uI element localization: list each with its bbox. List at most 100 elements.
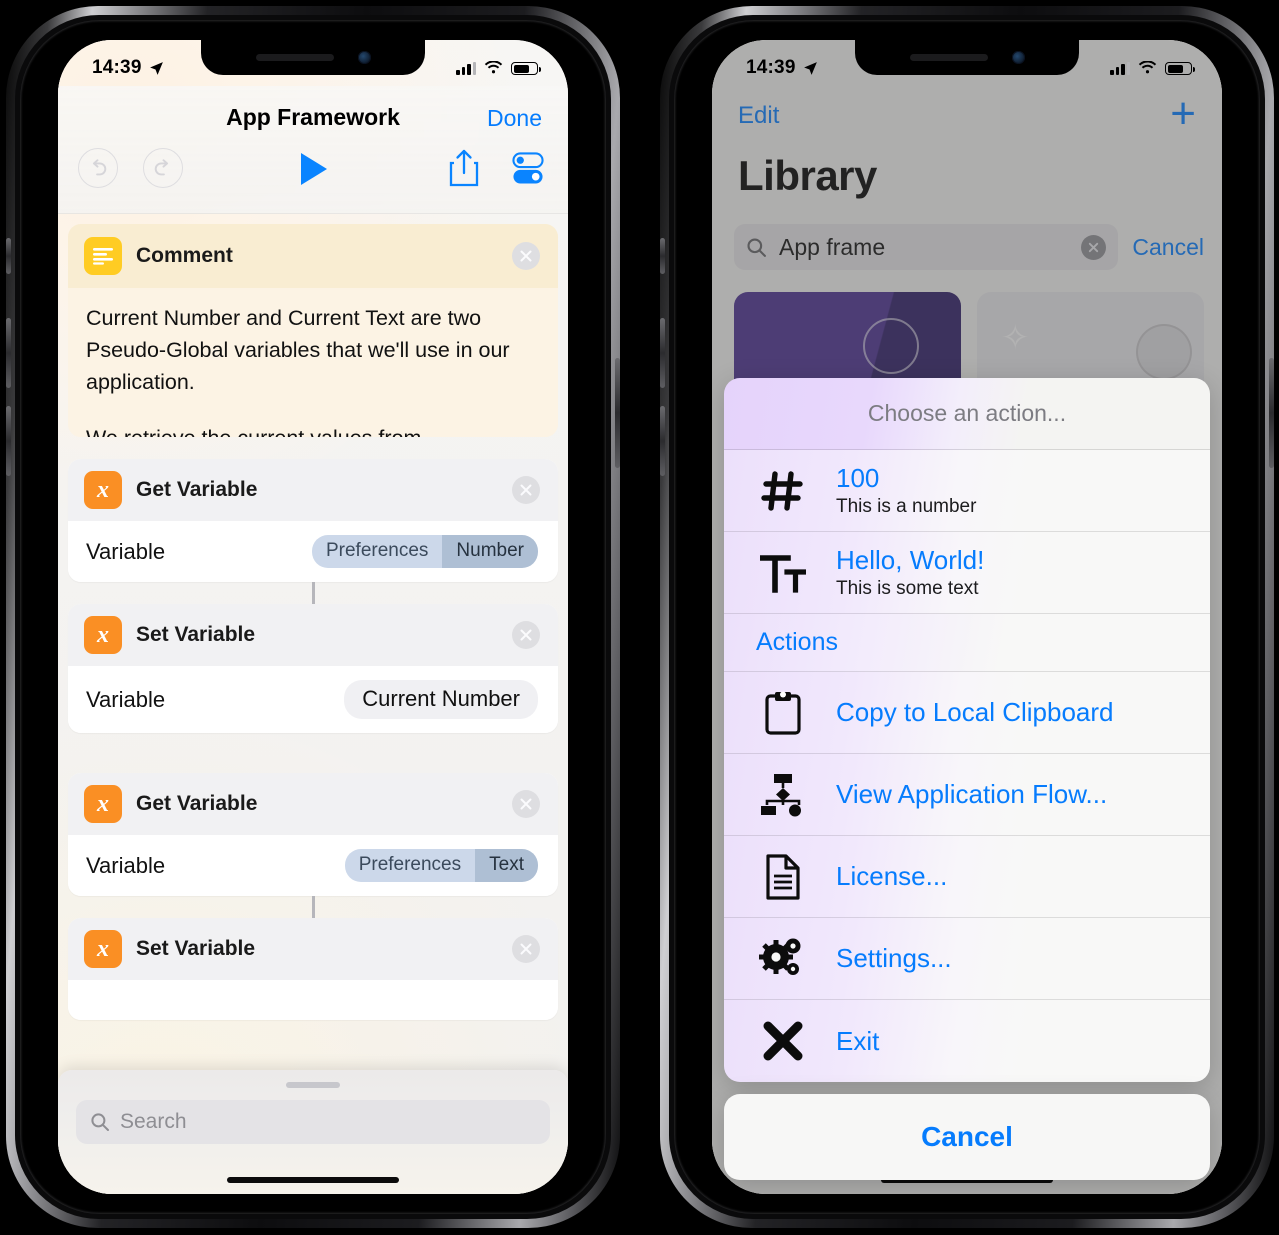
variable-parameter-row[interactable]: Variable Preferences Text [68,835,558,896]
action-item-label: View Application Flow... [836,779,1108,809]
wifi-icon [484,61,503,74]
volume-up-button[interactable] [6,318,11,388]
variable-icon: x [84,471,122,509]
set-variable-card-2[interactable]: x Set Variable [68,918,558,1020]
power-button[interactable] [615,358,620,468]
action-item-label: Exit [836,1025,880,1056]
remove-comment-button[interactable] [512,242,540,270]
document-icon [756,853,810,900]
action-sheet-value-number[interactable]: 100 This is a number [724,450,1210,532]
editor-toolbar [58,148,568,208]
action-item-label: Copy to Local Clipboard [836,697,1114,727]
action-item-label: License... [836,861,948,891]
battery-icon [1165,62,1195,75]
action-search-sheet[interactable]: Search [58,1070,568,1194]
remove-action-button[interactable] [512,935,540,963]
comment-card-header: Comment [68,224,558,288]
volume-down-button[interactable] [660,406,665,476]
power-button[interactable] [1269,358,1274,468]
earpiece-speaker [909,54,988,61]
action-item-label: Settings... [836,943,952,973]
search-input[interactable]: Search [76,1100,550,1144]
right-iphone-device: Edit + Library App frame Cancel ✧ 14:39 … [660,6,1274,1228]
volume-down-button[interactable] [6,406,11,476]
left-navigation-bar: App Framework Done [58,86,568,214]
parameter-label: Variable [86,852,166,878]
notch [201,40,425,75]
action-connector [311,582,315,604]
action-sheet-value-text[interactable]: Hello, World! This is some text [724,532,1210,614]
front-camera [1011,51,1025,64]
undo-button[interactable] [78,148,118,188]
sheet-grabber[interactable] [286,1082,340,1088]
variable-name-pill[interactable]: Current Number [344,680,538,719]
x-mark-icon [756,1020,810,1062]
mute-switch[interactable] [660,238,665,274]
close-icon [520,250,532,262]
status-bar-right [1110,61,1195,75]
flowchart-icon [756,772,810,818]
value-text-block: 100 This is a number [836,453,976,528]
variable-value-pill[interactable]: Preferences Number [311,535,538,568]
variable-scope: Preferences [311,535,443,568]
variable-key: Text [475,849,538,882]
get-variable-card-2[interactable]: x Get Variable Variable Preferences Text [68,773,558,896]
undo-icon [92,159,107,176]
volume-up-button[interactable] [660,318,665,388]
home-indicator[interactable] [227,1177,399,1183]
comment-card-body[interactable]: Current Number and Current Text are two … [68,288,558,437]
status-bar-time: 14:39 [92,57,142,78]
right-phone-screen: Edit + Library App frame Cancel ✧ 14:39 … [712,40,1222,1194]
gears-icon [756,936,810,982]
value-title: 100 [836,463,880,493]
settings-toggles-button[interactable] [508,148,548,193]
left-title-row: App Framework Done [58,104,568,142]
done-button[interactable]: Done [487,105,542,132]
run-button[interactable] [293,148,333,195]
comment-icon [84,237,122,275]
choose-action-sheet: Choose an action... 100 This is a number [724,378,1210,1180]
action-sheet-title: Choose an action... [724,378,1210,450]
mute-switch[interactable] [6,238,11,274]
share-button[interactable] [447,148,481,193]
remove-action-button[interactable] [512,621,540,649]
action-item-settings[interactable]: Settings... [724,918,1210,1000]
battery-icon [511,62,541,75]
text-size-icon [756,552,810,594]
variable-icon: x [84,785,122,823]
get-variable-card-1[interactable]: x Get Variable Variable Preferences Numb… [68,459,558,582]
status-bar-left: 14:39 [746,57,819,79]
parameter-label: Variable [86,538,166,564]
screenshot-canvas: 14:39 App Framework Done Comment Current… [0,0,1279,1235]
redo-button[interactable] [143,148,183,188]
action-item-copy-to-local-clipboard[interactable]: Copy to Local Clipboard [724,672,1210,754]
close-icon [520,484,532,496]
comment-action-card[interactable]: Comment Current Number and Current Text … [68,224,558,437]
variable-parameter-row[interactable]: Variable Current Number [68,666,558,733]
action-item-license[interactable]: License... [724,836,1210,918]
variable-icon: x [84,616,122,654]
variable-value-pill[interactable]: Preferences Text [344,849,538,882]
variable-key: Number [442,535,538,568]
action-item-view-application-flow[interactable]: View Application Flow... [724,754,1210,836]
set-variable-card-1[interactable]: x Set Variable Variable Current Number [68,604,558,733]
action-sheet-cancel-button[interactable]: Cancel [724,1094,1210,1180]
wifi-icon [1138,61,1157,74]
action-title: Get Variable [136,478,258,501]
notch [855,40,1079,75]
remove-action-button[interactable] [512,790,540,818]
comment-paragraph-2: We retrieve the current values from Pref… [86,422,540,437]
variable-parameter-row[interactable] [68,980,558,1020]
remove-action-button[interactable] [512,476,540,504]
clipboard-icon [756,690,810,736]
variable-scope: Preferences [344,849,476,882]
value-subtitle: This is some text [836,578,979,599]
actions-section-header[interactable]: Actions [724,614,1210,672]
variable-icon: x [84,930,122,968]
parameter-label: Variable [86,686,166,712]
action-item-exit[interactable]: Exit [724,1000,1210,1082]
close-icon [520,629,532,641]
close-icon [520,943,532,955]
variable-parameter-row[interactable]: Variable Preferences Number [68,521,558,582]
shortcut-action-list[interactable]: Comment Current Number and Current Text … [58,214,568,1194]
